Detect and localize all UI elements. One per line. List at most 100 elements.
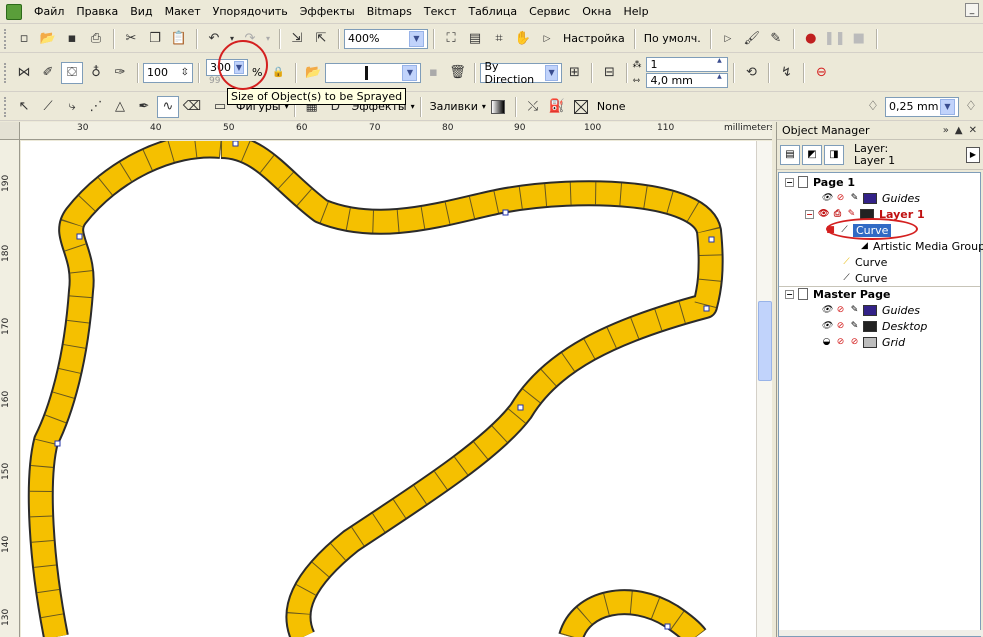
zoom-select[interactable]: 400% ▼ [344, 28, 428, 49]
paint-icon[interactable]: ✎ [765, 28, 787, 50]
smudge-tool-icon[interactable]: ⤷ [61, 96, 83, 118]
snap-icon[interactable]: ⌗ [488, 28, 510, 50]
minimize-icon[interactable]: _ [965, 3, 979, 17]
lock-icon[interactable]: 🔒 [267, 62, 289, 84]
save-icon[interactable]: ▪ [422, 62, 444, 84]
rulers-icon[interactable]: ▤ [464, 28, 486, 50]
spinner-icon[interactable]: ▲ [714, 72, 724, 90]
curve-node[interactable] [76, 233, 83, 240]
pencil-icon[interactable]: ✎ [849, 321, 860, 332]
new-document-icon[interactable]: ▫ [13, 28, 35, 50]
undo-icon[interactable]: ↶ [203, 28, 225, 50]
chevron-down-icon[interactable]: ▼ [402, 64, 418, 81]
menu-text[interactable]: Текст [418, 2, 463, 22]
chevron-down-icon[interactable]: ▼ [544, 64, 559, 81]
fills-menu[interactable]: Заливки [426, 100, 482, 113]
menu-help[interactable]: Help [617, 2, 654, 22]
collapse-toggle-icon[interactable]: − [785, 289, 794, 299]
polygon-tool-icon[interactable]: △ [109, 96, 131, 118]
vertical-scrollbar[interactable] [756, 141, 772, 637]
spray-order-select[interactable]: By Direction ▼ [480, 60, 563, 86]
tree-desktop[interactable]: 👁 ⊘ ✎ Desktop [821, 318, 927, 334]
default-label[interactable]: По умолч. [640, 32, 705, 45]
tree-grid[interactable]: ◒ ⊘ ⊘ Grid [821, 334, 906, 350]
reset-icon[interactable]: ⊖ [810, 62, 832, 84]
dabs-count-field[interactable]: 1 ▲ [646, 57, 729, 72]
tree-artistic-media-group[interactable]: ◢ Artistic Media Group [859, 238, 983, 254]
sprayer-mode-icon[interactable]: ⛋ [61, 61, 83, 84]
smoothing-field[interactable]: 100 ⇳ [143, 62, 193, 83]
menu-bitmaps[interactable]: Bitmaps [361, 2, 418, 22]
settings-label[interactable]: Настройка [559, 32, 629, 45]
full-screen-icon[interactable]: ⛶ [440, 28, 462, 50]
preset-mode-icon[interactable]: ⋈ [13, 62, 35, 84]
scrollbar-thumb[interactable] [758, 301, 772, 381]
play-icon[interactable]: ▷ [717, 28, 739, 50]
open-folder-icon[interactable]: 📂 [37, 28, 59, 50]
brush-icon[interactable]: 🖌 [741, 28, 763, 50]
menu-window[interactable]: Окна [576, 2, 617, 22]
menu-arrange[interactable]: Упорядочить [207, 2, 294, 22]
layer-manager-view-icon[interactable]: ◨ [824, 144, 844, 165]
tree-page-1[interactable]: − Page 1 [785, 174, 855, 190]
sprayed-curve-artwork[interactable] [21, 141, 756, 637]
edit-across-layers-icon[interactable]: ◩ [802, 144, 822, 165]
no-print-icon[interactable]: ⊘ [835, 321, 846, 332]
tree-guides[interactable]: 👁 ⊘ ✎ Guides [821, 190, 920, 206]
node-tool-icon[interactable]: ⋰ [85, 96, 107, 118]
menu-view[interactable]: Вид [124, 2, 158, 22]
chevron-down-icon[interactable]: ▾ [411, 102, 415, 111]
rotation-icon[interactable]: ⟲ [740, 62, 762, 84]
horizontal-ruler[interactable]: 30 40 50 60 70 80 90 100 110 millimeters [20, 122, 772, 140]
no-fill-icon[interactable] [570, 96, 592, 118]
collapse-toggle-icon[interactable]: − [805, 209, 814, 219]
pencil-icon[interactable]: ✎ [849, 305, 860, 316]
hand-pan-icon[interactable]: ✋ [512, 28, 534, 50]
no-print-icon[interactable]: ⊘ [835, 193, 846, 204]
drawing-canvas[interactable] [21, 141, 756, 637]
calligraphic-mode-icon[interactable]: ♁ [85, 62, 107, 84]
collapse-icon[interactable]: » [943, 125, 949, 136]
add-to-spraylist-icon[interactable]: ⊞ [563, 62, 585, 84]
pressure-mode-icon[interactable]: ✑ [109, 62, 131, 84]
eyedropper-icon[interactable]: ⤯ [522, 96, 544, 118]
spraylist-dialog-icon[interactable]: ⊟ [598, 62, 620, 84]
curve-node[interactable] [664, 623, 671, 630]
ruler-corner[interactable] [0, 122, 20, 140]
pen-tool-icon[interactable]: ✒ [133, 96, 155, 118]
eye-icon[interactable]: 👁 [818, 209, 829, 220]
eye-icon[interactable]: 👁 [821, 193, 832, 204]
spraylist-select[interactable]: ▼ [325, 62, 422, 83]
tree-master-guides[interactable]: 👁 ⊘ ✎ Guides [821, 302, 920, 318]
curve-node[interactable] [708, 236, 715, 243]
menu-layout[interactable]: Макет [159, 2, 207, 22]
artistic-media-tool-icon[interactable]: ∿ [157, 95, 179, 118]
outline-width-select[interactable]: 0,25 mm ▼ [885, 96, 959, 117]
menu-effects[interactable]: Эффекты [294, 2, 361, 22]
print-icon[interactable]: ⎙ [832, 209, 843, 220]
chevron-down-icon[interactable]: ▼ [940, 98, 955, 115]
chevron-up-icon[interactable]: ▲ [955, 125, 963, 136]
stop-icon[interactable]: ■ [848, 28, 870, 50]
import-icon[interactable]: ⇲ [286, 28, 308, 50]
cut-icon[interactable]: ✂ [120, 28, 142, 50]
tree-curve-3[interactable]: ⟋ Curve [841, 270, 887, 286]
eye-closed-icon[interactable]: ◒ [821, 337, 832, 348]
pick-tool-icon[interactable]: ↖ [13, 96, 35, 118]
export-icon[interactable]: ⇱ [310, 28, 332, 50]
outline-color-icon[interactable]: ♢ [960, 96, 982, 118]
paint-bucket-icon[interactable]: ⛽ [546, 96, 568, 118]
menu-tools[interactable]: Сервис [523, 2, 576, 22]
outline-pen-icon[interactable]: ♢ [862, 96, 884, 118]
flyout-arrow-icon[interactable]: ▶ [966, 146, 980, 163]
pause-icon[interactable]: ❚❚ [824, 28, 846, 50]
save-icon[interactable]: ▪ [61, 28, 83, 50]
curve-node[interactable] [703, 305, 710, 312]
no-edit-icon[interactable]: ⊘ [849, 337, 860, 348]
tree-curve-2[interactable]: ⟋ Curve [841, 254, 887, 270]
collapse-toggle-icon[interactable]: − [785, 177, 794, 187]
open-folder-icon[interactable]: 📂 [302, 62, 324, 84]
curve-node[interactable] [517, 404, 524, 411]
paste-icon[interactable]: 📋 [168, 28, 190, 50]
menu-edit[interactable]: Правка [70, 2, 124, 22]
